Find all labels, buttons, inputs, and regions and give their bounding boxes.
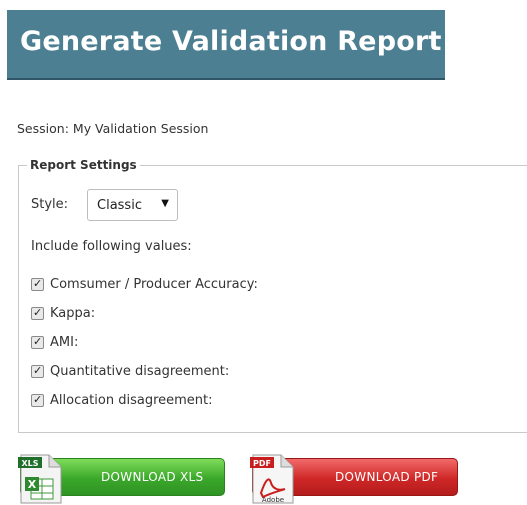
option-label: AMI: — [50, 335, 79, 350]
option-label: Kappa: — [50, 306, 96, 321]
option-label: Quantitative disagreement: — [50, 364, 230, 379]
include-values-label: Include following values: — [31, 239, 192, 254]
pdf-icon-brand: Adobe — [262, 496, 284, 504]
report-settings-legend: Report Settings — [30, 158, 137, 172]
title-banner: Generate Validation Report — [7, 10, 445, 80]
session-label: Session: — [17, 121, 69, 136]
session-name: My Validation Session — [72, 121, 209, 136]
download-xls-button[interactable]: XLS X DOWNLOAD XLS — [18, 454, 225, 504]
style-label: Style: — [31, 197, 69, 212]
svg-text:X: X — [28, 478, 37, 491]
caret-down-icon: ▼ — [161, 198, 169, 209]
checkbox-kappa[interactable] — [31, 306, 44, 320]
checkbox-quantitative-disagreement[interactable] — [31, 364, 44, 378]
pdf-icon-text: PDF — [253, 459, 271, 468]
option-label: Allocation disagreement: — [50, 393, 213, 408]
style-selected-value: Classic — [97, 198, 142, 213]
xls-icon-text: XLS — [21, 459, 38, 468]
download-pdf-button[interactable]: PDF Adobe DOWNLOAD PDF — [250, 454, 458, 504]
option-label: Comsumer / Producer Accuracy: — [50, 277, 258, 292]
checkbox-consumer-producer-accuracy[interactable] — [31, 277, 44, 291]
style-select[interactable]: Classic ▼ — [87, 189, 178, 221]
excel-file-icon: XLS X — [18, 454, 62, 504]
download-pdf-label: DOWNLOAD PDF — [335, 470, 439, 484]
page-title: Generate Validation Report — [20, 26, 442, 57]
checkbox-allocation-disagreement[interactable] — [31, 393, 44, 407]
download-xls-label: DOWNLOAD XLS — [101, 470, 204, 484]
pdf-file-icon: PDF Adobe — [250, 454, 294, 504]
session-info: Session: My Validation Session — [17, 121, 208, 136]
checkbox-ami[interactable] — [31, 335, 44, 349]
